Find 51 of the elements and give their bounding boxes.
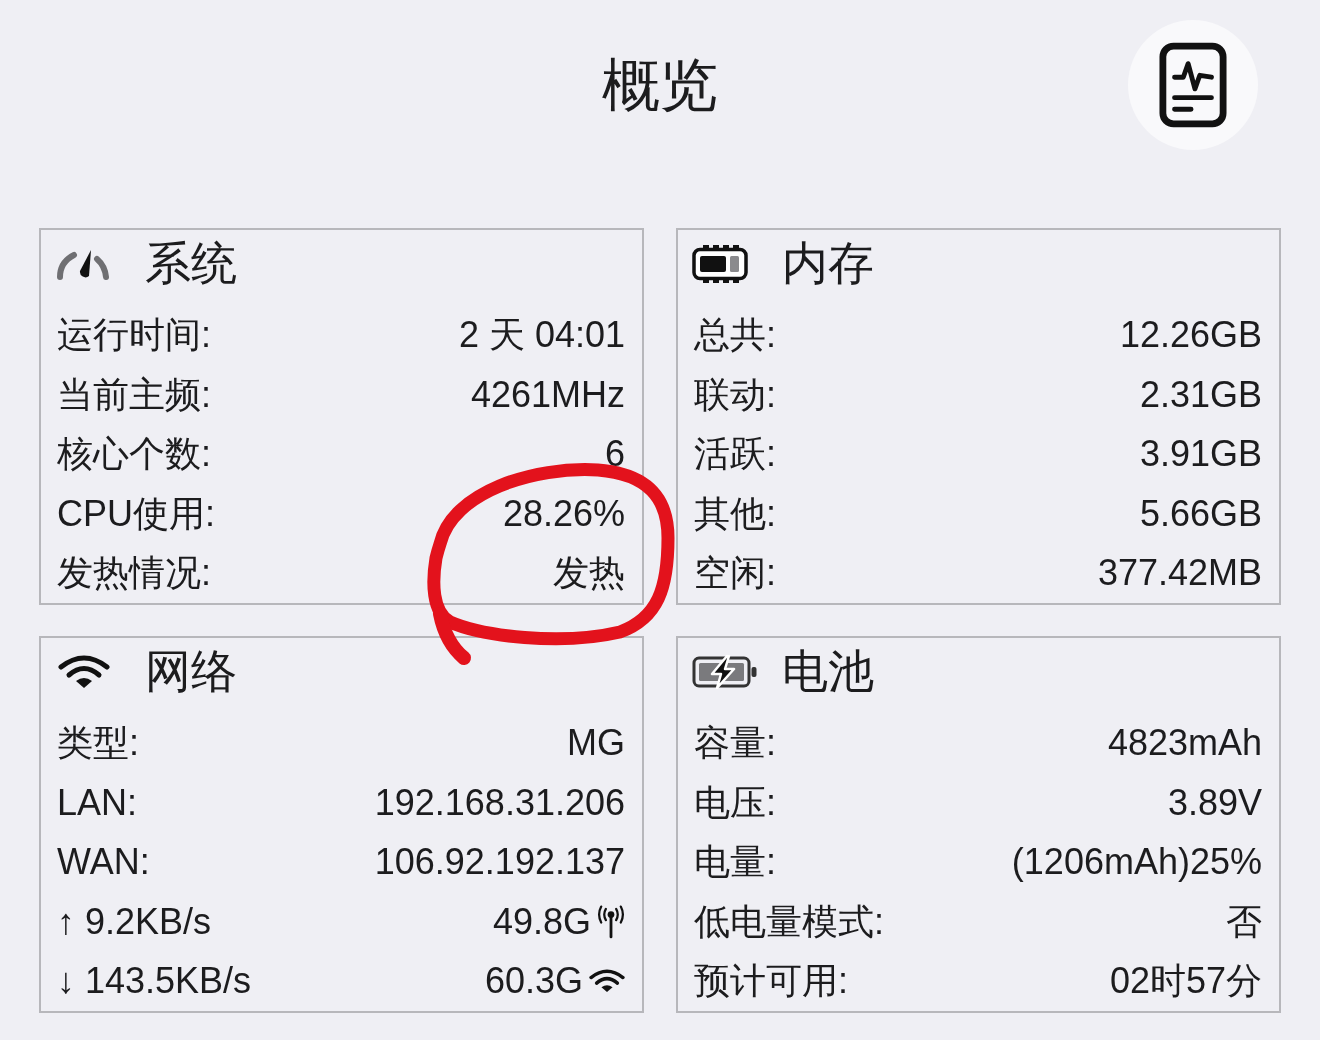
page-title: 概览	[602, 53, 718, 117]
stat-value: 02时57分	[1109, 960, 1262, 1002]
stat-value: 3.89V	[1167, 781, 1262, 824]
antenna-icon	[597, 904, 625, 939]
battery-charging-icon	[692, 654, 758, 689]
stat-value: 否	[1226, 900, 1262, 943]
stat-label: ↓ 143.5KB/s	[57, 960, 252, 1002]
stat-value: 377.42MB	[1097, 552, 1262, 594]
stat-label: 预计可用:	[694, 960, 848, 1002]
stat-label: 空闲:	[694, 552, 776, 594]
memory-chip-icon	[692, 244, 748, 283]
document-pulse-icon	[1159, 42, 1227, 128]
stat-label: 低电量模式:	[694, 900, 884, 943]
stat-value: MG	[567, 722, 625, 764]
panel-title: 网络	[145, 646, 237, 697]
stat-value: 192.168.31.206	[374, 781, 625, 824]
stat-label: 类型:	[57, 722, 139, 764]
stat-label: 活跃:	[694, 433, 776, 475]
stat-value: 2 天 04:01	[458, 314, 625, 356]
wifi-icon	[58, 654, 110, 689]
stat-value: 106.92.192.137	[374, 841, 625, 883]
stat-value: (1206mAh)25%	[1011, 841, 1262, 883]
stat-label: ↑ 9.2KB/s	[57, 900, 212, 943]
stat-value: 6	[604, 433, 625, 475]
stat-label: 其他:	[694, 492, 776, 535]
stat-value: 4823mAh	[1107, 722, 1262, 764]
stat-label: 当前主频:	[57, 373, 211, 416]
stat-value: 2.31GB	[1139, 373, 1262, 416]
stat-label: 总共:	[694, 314, 776, 356]
stat-label: 电压:	[694, 781, 776, 824]
stat-label: WAN:	[57, 841, 150, 883]
stat-value: 60.3G	[484, 960, 583, 1002]
panel-title: 内存	[782, 238, 874, 289]
stat-value: 49.8G	[492, 900, 591, 943]
stat-value: 28.26%	[502, 492, 625, 535]
stat-label: 运行时间:	[57, 314, 211, 356]
panel-title: 电池	[782, 646, 874, 697]
stat-label: LAN:	[57, 781, 138, 824]
stat-value: 发热	[553, 552, 625, 594]
stat-value: 12.26GB	[1119, 314, 1262, 356]
wifi-icon	[589, 969, 625, 994]
stat-value: 3.91GB	[1139, 433, 1262, 475]
stat-label: 联动:	[694, 373, 776, 416]
panel-title: 系统	[145, 238, 237, 289]
stat-label: 核心个数:	[57, 433, 211, 475]
stat-label: CPU使用:	[57, 492, 215, 535]
stat-label: 电量:	[694, 841, 776, 883]
stat-value: 5.66GB	[1139, 492, 1262, 535]
stat-label: 发热情况:	[57, 552, 211, 594]
stat-value: 4261MHz	[470, 373, 625, 416]
stat-label: 容量:	[694, 722, 776, 764]
